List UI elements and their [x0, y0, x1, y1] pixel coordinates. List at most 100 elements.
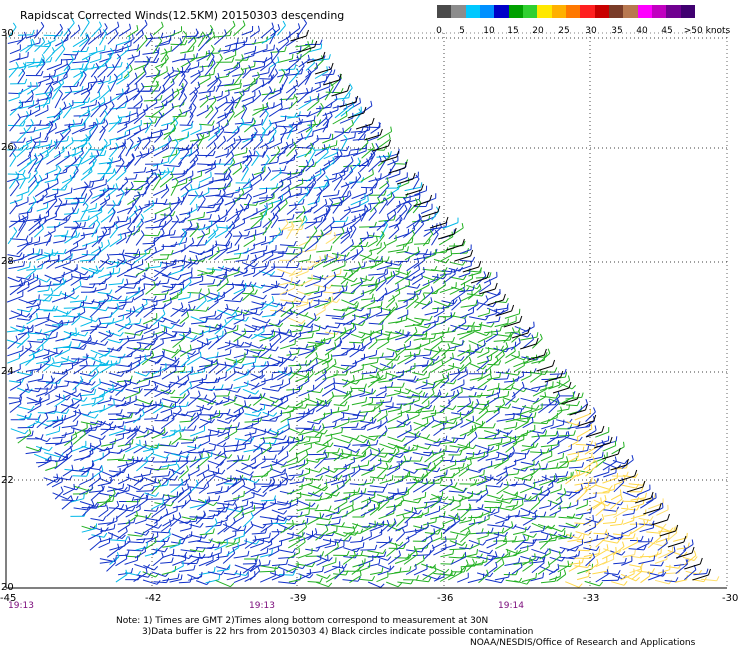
wind-barb-flag — [172, 211, 176, 216]
wind-barb-flag — [380, 399, 383, 405]
wind-barb-flag — [429, 315, 433, 321]
wind-barb-flag — [209, 73, 211, 79]
wind-barb-flag — [430, 297, 433, 303]
wind-barb-flag — [334, 232, 337, 238]
wind-barb — [216, 419, 229, 424]
wind-barb-flag — [209, 213, 212, 220]
wind-barb — [179, 438, 196, 441]
wind-barb-flag — [297, 32, 300, 38]
wind-barb-flag — [166, 66, 168, 72]
wind-barb-flag — [374, 256, 379, 261]
wind-barb-flag — [290, 366, 293, 372]
wind-barb-flag — [31, 430, 34, 436]
wind-barb-flag — [70, 54, 74, 60]
wind-barb-flag — [117, 21, 120, 27]
wind-barb-flag — [71, 137, 74, 143]
wind-barb — [35, 92, 51, 96]
wind-barb — [386, 205, 401, 216]
wind-barb-flag — [73, 427, 75, 433]
wind-barb-flag — [273, 44, 275, 50]
wind-barb-flag — [93, 75, 98, 81]
wind-barb-flag — [337, 406, 340, 412]
wind-barb — [118, 337, 135, 341]
wind-barb-flag — [392, 351, 395, 357]
wind-barb — [45, 382, 60, 384]
wind-barb — [313, 203, 327, 214]
wind-barb-flag — [293, 93, 296, 99]
wind-barb-flag — [226, 277, 229, 283]
wind-barb-flag — [19, 252, 23, 258]
wind-barb — [459, 259, 473, 262]
wind-barb — [90, 326, 107, 329]
wind-barb — [180, 82, 188, 94]
wind-barb — [314, 59, 324, 70]
wind-barb — [206, 245, 218, 253]
wind-barb — [271, 307, 283, 316]
wind-barb — [133, 384, 150, 390]
wind-barb-flag — [36, 312, 38, 319]
wind-barb-flag — [369, 336, 372, 342]
wind-barb — [271, 169, 285, 172]
wind-barb — [108, 307, 120, 319]
wind-barb-flag — [357, 171, 362, 177]
wind-barb — [376, 331, 389, 336]
wind-barb-flag — [153, 303, 156, 309]
wind-barb-flag — [130, 263, 133, 270]
wind-barb — [207, 301, 219, 311]
wind-barb-flag — [62, 146, 65, 152]
wind-barb-flag — [49, 355, 52, 361]
wind-barb — [361, 362, 378, 366]
wind-barb-flag — [96, 150, 100, 156]
wind-barb-flag — [352, 375, 355, 381]
wind-barb — [269, 119, 286, 125]
wind-barb-flag — [372, 169, 374, 175]
wind-barb-flag — [386, 268, 388, 274]
wind-barb — [171, 331, 189, 334]
wind-barb-flag — [81, 63, 84, 69]
wind-barb-flag — [147, 262, 150, 268]
wind-barb — [106, 26, 120, 36]
wind-barb-flag — [89, 131, 91, 137]
wind-barb — [361, 371, 377, 375]
wind-barb — [9, 383, 21, 391]
wind-barb — [261, 90, 273, 102]
wind-barb — [349, 341, 363, 344]
wind-barb-flag — [384, 287, 388, 293]
wind-barb — [296, 303, 308, 308]
wind-barb-flag — [297, 348, 300, 354]
wind-barb-flag — [319, 387, 324, 393]
wind-barb-flag — [458, 296, 462, 302]
wind-barb-flag — [50, 288, 54, 294]
wind-barb-flag — [249, 181, 251, 187]
wind-barb-flag — [308, 302, 311, 308]
wind-barb-flag — [49, 296, 53, 302]
wind-barb-flag — [492, 423, 496, 429]
wind-barb-flag — [60, 30, 63, 36]
wind-barb — [259, 196, 273, 199]
wind-barb-flag — [99, 378, 101, 384]
wind-barb-flag — [117, 295, 122, 300]
wind-barb-flag — [262, 392, 266, 398]
wind-barb — [46, 284, 60, 287]
wind-barb — [250, 349, 265, 352]
wind-barb — [333, 382, 346, 385]
wind-barb-flag — [388, 134, 391, 140]
wind-barb-flag — [84, 221, 86, 227]
wind-barb — [467, 270, 480, 273]
wind-barb-flag — [109, 139, 112, 145]
wind-barb — [477, 373, 492, 382]
wind-barb — [367, 377, 380, 388]
wind-barb-flag — [263, 294, 267, 300]
wind-barb-flag — [199, 133, 204, 139]
wind-barb — [63, 53, 77, 56]
wind-barb — [457, 373, 468, 381]
wind-barb — [198, 330, 210, 335]
wind-barb — [190, 321, 207, 325]
wind-barb-flag — [161, 21, 164, 27]
wind-barb — [189, 378, 206, 383]
wind-barb-flag — [361, 374, 364, 380]
wind-barb — [208, 339, 219, 350]
wind-barb-flag — [128, 324, 133, 330]
wind-barb-flag — [542, 428, 547, 434]
wind-barb — [206, 209, 219, 214]
